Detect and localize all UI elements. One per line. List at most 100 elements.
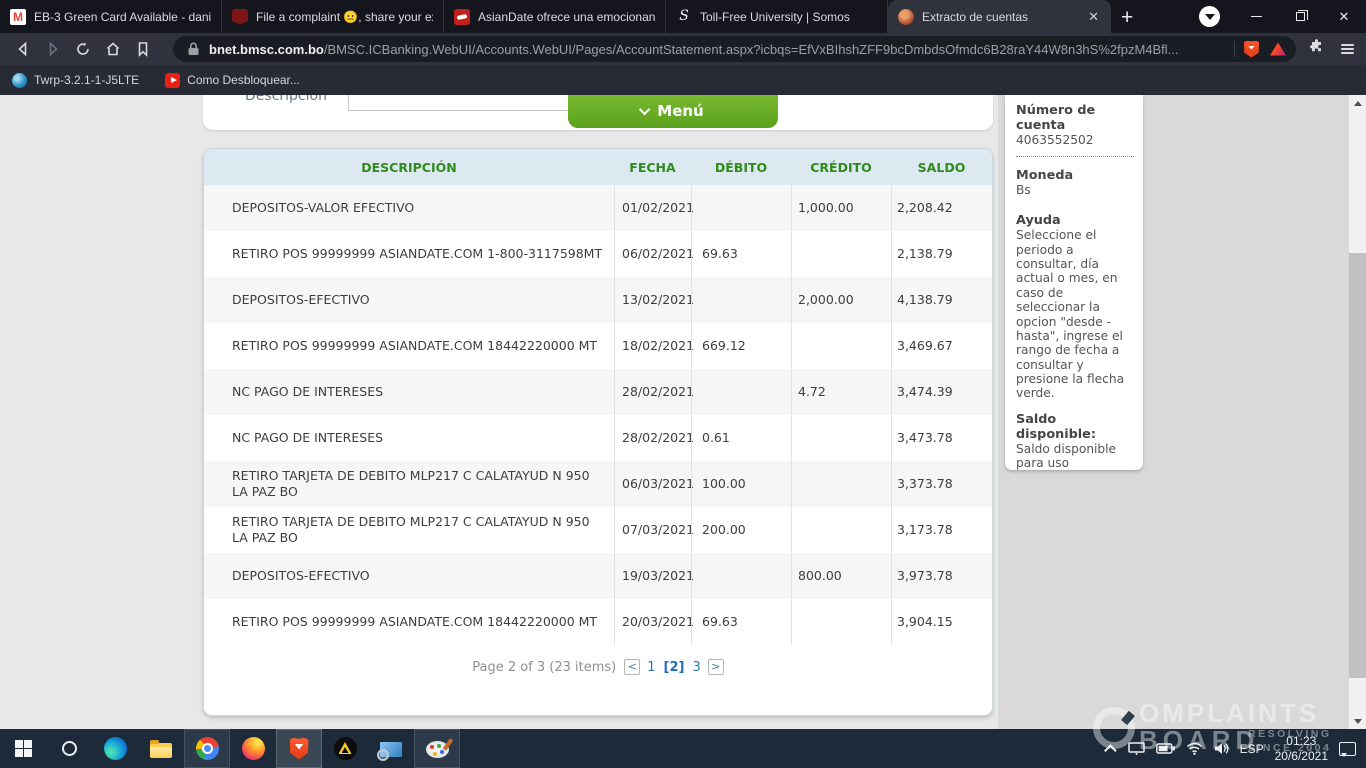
minimize-button[interactable] bbox=[1234, 0, 1278, 33]
reload-icon[interactable] bbox=[68, 35, 98, 63]
scroll-down-icon[interactable] bbox=[1349, 713, 1366, 729]
table-row[interactable]: NC PAGO DE INTERESES 28/02/2021 4.72 3,4… bbox=[204, 369, 992, 415]
browser-tab[interactable]: AsianDate ofrece una emocionante bbox=[444, 0, 666, 33]
cell-saldo: 3,973.78 bbox=[891, 553, 992, 599]
close-window-button[interactable]: ✕ bbox=[1322, 0, 1366, 33]
description-input[interactable] bbox=[348, 95, 570, 111]
scroll-up-icon[interactable] bbox=[1349, 95, 1366, 111]
taskbar-firefox[interactable] bbox=[230, 729, 276, 768]
firefox-icon bbox=[242, 737, 265, 760]
cell-saldo: 3,473.78 bbox=[891, 415, 992, 461]
url-text: bnet.bmsc.com.bo/BMSC.ICBanking.WebUI/Ac… bbox=[209, 42, 1225, 57]
page-number[interactable]: [2] bbox=[663, 660, 686, 675]
browser-tab-strip: EB-3 Green Card Available - daniele File… bbox=[0, 0, 1366, 33]
cell-fecha: 01/02/2021 bbox=[614, 185, 691, 231]
restore-button[interactable] bbox=[1278, 0, 1322, 33]
taskbar-paint[interactable] bbox=[414, 729, 460, 768]
bookmark-item[interactable]: Como Desbloquear... bbox=[165, 73, 300, 88]
address-bar[interactable]: bnet.bmsc.com.bo/BMSC.ICBanking.WebUI/Ac… bbox=[173, 36, 1296, 62]
cell-fecha: 28/02/2021 bbox=[614, 415, 691, 461]
info-sidebar: Número de cuenta 4063552502 Moneda Bs Ay… bbox=[1005, 95, 1143, 470]
taskbar-edge[interactable] bbox=[92, 729, 138, 768]
tab-search-icon[interactable] bbox=[1199, 6, 1220, 27]
page-number[interactable]: 1 bbox=[646, 660, 656, 675]
table-row[interactable]: RETIRO TARJETA DE DEBITO MLP217 C CALATA… bbox=[204, 461, 992, 507]
cell-fecha: 13/02/2021 bbox=[614, 277, 691, 323]
available-balance-text: Saldo disponible para uso inmediato. bbox=[1016, 442, 1134, 470]
urlbar-divider bbox=[1234, 41, 1235, 57]
table-row[interactable]: RETIRO POS 99999999 ASIANDATE.COM 184422… bbox=[204, 323, 992, 369]
cell-debito: 0.61 bbox=[691, 415, 791, 461]
cell-fecha: 18/02/2021 bbox=[614, 323, 691, 369]
forward-icon[interactable] bbox=[38, 35, 68, 63]
table-row[interactable]: RETIRO POS 99999999 ASIANDATE.COM 184422… bbox=[204, 599, 992, 645]
cell-fecha: 19/03/2021 bbox=[614, 553, 691, 599]
column-header: CRÉDITO bbox=[791, 149, 891, 185]
bmsc-favicon-icon bbox=[898, 9, 914, 25]
table-row[interactable]: DEPOSITOS-VALOR EFECTIVO 01/02/2021 1,00… bbox=[204, 185, 992, 231]
speaker-icon[interactable] bbox=[1214, 742, 1229, 755]
table-row[interactable]: DEPOSITOS-EFECTIVO 19/03/2021 800.00 3,9… bbox=[204, 553, 992, 599]
column-header: SALDO bbox=[891, 149, 992, 185]
extensions-icon[interactable] bbox=[1308, 38, 1325, 60]
taskbar-file-explorer[interactable] bbox=[138, 729, 184, 768]
bookmark-icon[interactable] bbox=[128, 35, 158, 63]
action-center-icon[interactable] bbox=[1339, 742, 1356, 756]
prev-page-button[interactable]: < bbox=[624, 659, 640, 675]
browser-tab[interactable]: EB-3 Green Card Available - daniele bbox=[0, 0, 222, 33]
taskbar-aimp[interactable] bbox=[322, 729, 368, 768]
tab-close-icon[interactable]: ✕ bbox=[1086, 9, 1101, 25]
menu-button[interactable]: Menú bbox=[568, 95, 778, 128]
taskbar-brave[interactable] bbox=[276, 729, 322, 768]
active-tab-title: Extracto de cuentas bbox=[922, 10, 1074, 24]
new-tab-button[interactable]: + bbox=[1121, 7, 1133, 28]
cell-descripcion: RETIRO POS 99999999 ASIANDATE.COM 1-800-… bbox=[204, 231, 614, 277]
cell-saldo: 3,173.78 bbox=[891, 507, 992, 553]
cell-debito: 200.00 bbox=[691, 507, 791, 553]
browser-tab[interactable]: File a complaint 😐, share your exp bbox=[222, 0, 444, 33]
cell-descripcion: RETIRO POS 99999999 ASIANDATE.COM 184422… bbox=[204, 599, 614, 645]
tab-title: AsianDate ofrece una emocionante bbox=[478, 10, 655, 24]
account-statement-table: DESCRIPCIÓNFECHADÉBITOCRÉDITOSALDO DEPOS… bbox=[203, 148, 993, 716]
battery-icon[interactable] bbox=[1156, 743, 1175, 754]
taskbar-chrome[interactable] bbox=[184, 729, 230, 768]
edge-icon bbox=[104, 737, 127, 760]
aimp-icon bbox=[334, 737, 357, 760]
currency-label: Moneda bbox=[1016, 168, 1134, 183]
bookmark-label: Twrp-3.2.1-1-J5LTE bbox=[34, 73, 139, 87]
tab-title: EB-3 Green Card Available - daniele bbox=[34, 10, 211, 24]
page-number[interactable]: 3 bbox=[691, 660, 701, 675]
tray-expand-icon[interactable] bbox=[1104, 744, 1117, 757]
cell-saldo: 3,904.15 bbox=[891, 599, 992, 645]
wifi-icon[interactable] bbox=[1186, 742, 1203, 755]
cortana-button[interactable] bbox=[46, 729, 92, 768]
home-icon[interactable] bbox=[98, 35, 128, 63]
browser-menu-icon[interactable] bbox=[1335, 40, 1360, 58]
table-row[interactable]: RETIRO POS 99999999 ASIANDATE.COM 1-800-… bbox=[204, 231, 992, 277]
taskbar-screen-tool[interactable] bbox=[368, 729, 414, 768]
browser-tab[interactable]: Toll-Free University | Somos bbox=[666, 0, 888, 33]
language-indicator[interactable]: ESP bbox=[1240, 742, 1264, 756]
brave-shields-icon[interactable] bbox=[1244, 41, 1259, 58]
cell-descripcion: RETIRO TARJETA DE DEBITO MLP217 C CALATA… bbox=[204, 507, 614, 553]
cell-credito bbox=[791, 461, 891, 507]
table-row[interactable]: RETIRO TARJETA DE DEBITO MLP217 C CALATA… bbox=[204, 507, 992, 553]
account-number-label: Número de cuenta bbox=[1016, 103, 1134, 133]
start-button[interactable] bbox=[0, 729, 46, 768]
next-page-button[interactable]: > bbox=[708, 659, 724, 675]
brave-rewards-icon[interactable] bbox=[1270, 43, 1286, 56]
table-row[interactable]: NC PAGO DE INTERESES 28/02/2021 0.61 3,4… bbox=[204, 415, 992, 461]
tab-extracto-de-cuentas[interactable]: Extracto de cuentas ✕ bbox=[888, 0, 1111, 33]
back-icon[interactable] bbox=[8, 35, 38, 63]
cast-display-icon[interactable] bbox=[1128, 742, 1145, 755]
brave-icon bbox=[290, 738, 309, 760]
browser-scrollbar[interactable] bbox=[1349, 95, 1366, 729]
scrollbar-thumb[interactable] bbox=[1349, 253, 1366, 678]
cell-saldo: 3,469.67 bbox=[891, 323, 992, 369]
windows-taskbar: ESP 01:23 20/6/2021 bbox=[0, 729, 1366, 768]
cell-saldo: 2,208.42 bbox=[891, 185, 992, 231]
bookmark-item[interactable]: Twrp-3.2.1-1-J5LTE bbox=[12, 73, 139, 88]
clock[interactable]: 01:23 20/6/2021 bbox=[1275, 734, 1328, 764]
table-row[interactable]: DEPOSITOS-EFECTIVO 13/02/2021 2,000.00 4… bbox=[204, 277, 992, 323]
help-text: Seleccione el periodo a consultar, día a… bbox=[1016, 228, 1134, 401]
